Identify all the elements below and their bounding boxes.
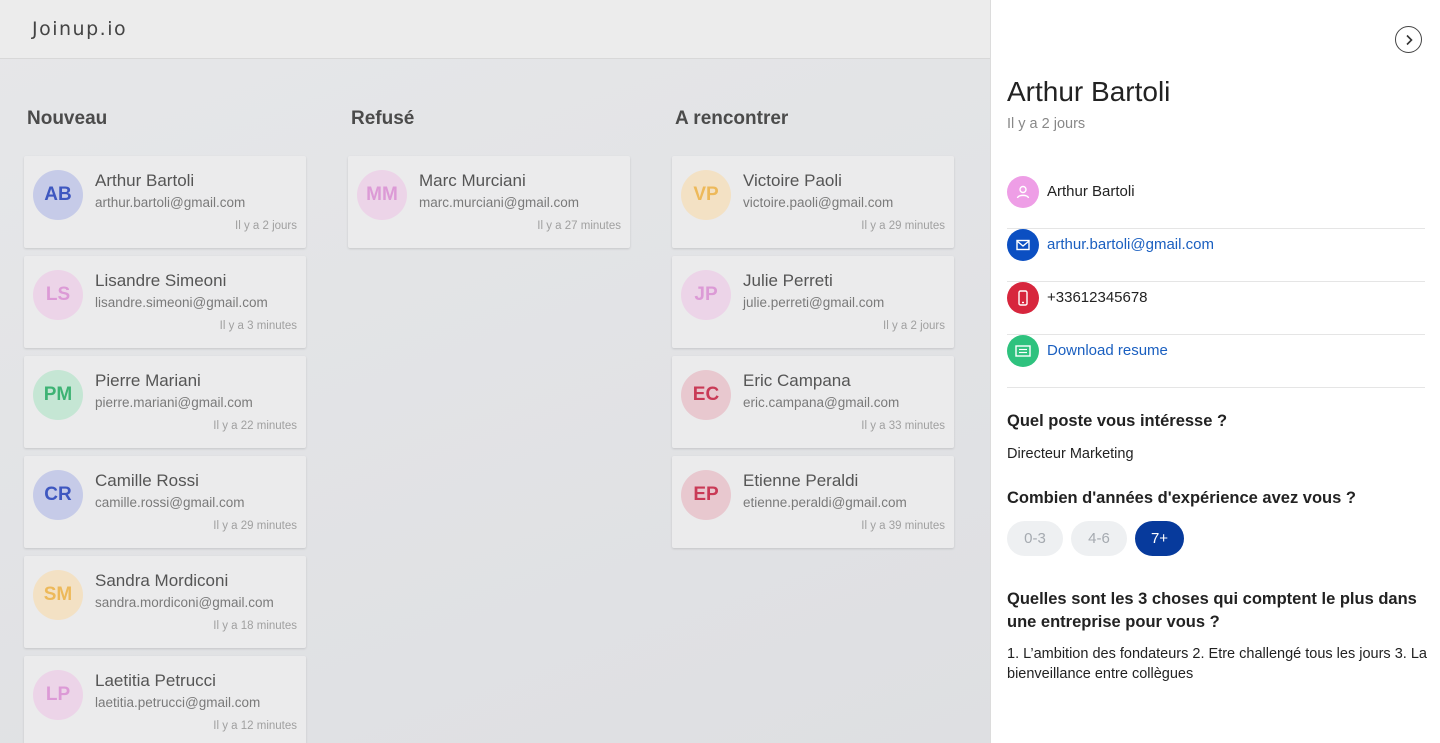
experience-option-4-6[interactable]: 4-6: [1071, 521, 1127, 556]
kanban-board: Joinup.io Nouveau AB Arthur Bartoli arthur…: [0, 0, 990, 743]
top-bar: Joinup.io: [0, 0, 990, 59]
candidate-card[interactable]: CR Camille Rossi camille.rossi@gmail.com Il…: [24, 456, 306, 548]
card-email: eric.campana@gmail.com: [743, 395, 900, 410]
avatar: EP: [681, 470, 731, 520]
avatar: MM: [357, 170, 407, 220]
candidate-time: Il y a 2 jours: [1007, 116, 1086, 132]
experience-option-0-3[interactable]: 0-3: [1007, 521, 1063, 556]
person-icon: [1007, 176, 1039, 208]
avatar: AB: [33, 170, 83, 220]
card-name: Julie Perreti: [743, 271, 833, 290]
card-email: victoire.paoli@gmail.com: [743, 195, 894, 210]
card-time: Il y a 2 jours: [235, 220, 297, 232]
card-email: camille.rossi@gmail.com: [95, 495, 245, 510]
candidate-card[interactable]: AB Arthur Bartoli arthur.bartoli@gmail.com…: [24, 156, 306, 248]
candidate-card[interactable]: MM Marc Murciani marc.murciani@gmail.com Il…: [348, 156, 630, 248]
question-title: Quel poste vous intéresse ?: [1007, 412, 1228, 430]
card-name: Pierre Mariani: [95, 371, 201, 390]
card-time: Il y a 3 minutes: [219, 320, 297, 332]
card-name: Sandra Mordiconi: [95, 571, 229, 590]
card-time: Il y a 12 minutes: [213, 720, 297, 732]
column-title: Nouveau: [27, 108, 108, 129]
question-title: Combien d'années d'expérience avez vous …: [1007, 489, 1356, 507]
card-name: Lisandre Simeoni: [95, 271, 227, 290]
contact-email-row: arthur.bartoli@gmail.com: [1007, 229, 1425, 282]
candidate-card[interactable]: JP Julie Perreti julie.perreti@gmail.com Il…: [672, 256, 954, 348]
question-answer: Directeur Marketing: [1007, 446, 1134, 462]
question-title: Quelles sont les 3 choses qui comptent l…: [1007, 590, 1417, 631]
avatar: CR: [33, 470, 83, 520]
card-time: Il y a 33 minutes: [861, 420, 945, 432]
avatar: SM: [33, 570, 83, 620]
card-email: sandra.mordiconi@gmail.com: [95, 595, 274, 610]
avatar: JP: [681, 270, 731, 320]
experience-options: 0-3 4-6 7+: [1007, 521, 1184, 556]
card-email: pierre.mariani@gmail.com: [95, 395, 253, 410]
avatar: VP: [681, 170, 731, 220]
candidate-card[interactable]: SM Sandra Mordiconi sandra.mordiconi@gmail…: [24, 556, 306, 648]
candidate-name: Arthur Bartoli: [1007, 76, 1171, 107]
card-email: etienne.peraldi@gmail.com: [743, 495, 907, 510]
card-email: lisandre.simeoni@gmail.com: [95, 295, 268, 310]
download-resume-link[interactable]: Download resume: [1047, 342, 1168, 359]
app-logo[interactable]: Joinup.io: [32, 18, 127, 40]
column-nouveau: Nouveau AB Arthur Bartoli arthur.bartoli@g…: [24, 108, 306, 743]
contact-name: Arthur Bartoli: [1047, 183, 1135, 200]
card-name: Camille Rossi: [95, 471, 199, 490]
question-answer: 1. L’ambition des fondateurs 2. Etre cha…: [1007, 646, 1427, 682]
card-name: Laetitia Petrucci: [95, 671, 216, 690]
resume-icon: [1007, 335, 1039, 367]
experience-option-7-plus[interactable]: 7+: [1135, 521, 1184, 556]
contact-name-row: Arthur Bartoli: [1007, 176, 1425, 229]
avatar: LP: [33, 670, 83, 720]
candidate-card[interactable]: PM Pierre Mariani pierre.mariani@gmail.com…: [24, 356, 306, 448]
card-name: Eric Campana: [743, 371, 851, 390]
contact-email-link[interactable]: arthur.bartoli@gmail.com: [1047, 236, 1214, 253]
card-email: laetitia.petrucci@gmail.com: [95, 695, 261, 710]
avatar: EC: [681, 370, 731, 420]
candidate-card[interactable]: VP Victoire Paoli victoire.paoli@gmail.com…: [672, 156, 954, 248]
card-email: marc.murciani@gmail.com: [419, 195, 579, 210]
column-title: A rencontrer: [675, 108, 789, 129]
column-title: Refusé: [351, 108, 415, 129]
card-time: Il y a 39 minutes: [861, 520, 945, 532]
card-name: Arthur Bartoli: [95, 171, 195, 190]
phone-icon: [1007, 282, 1039, 314]
card-email: julie.perreti@gmail.com: [743, 295, 885, 310]
card-time: Il y a 2 jours: [883, 320, 945, 332]
card-time: Il y a 22 minutes: [213, 420, 297, 432]
candidate-card[interactable]: EP Etienne Peraldi etienne.peraldi@gmail.c…: [672, 456, 954, 548]
card-time: Il y a 29 minutes: [213, 520, 297, 532]
contact-phone: +33612345678: [1047, 289, 1148, 306]
card-time: Il y a 27 minutes: [537, 220, 621, 232]
candidate-detail-panel: Arthur Bartoli Il y a 2 jours Arthur Bar…: [990, 0, 1440, 743]
card-name: Marc Murciani: [419, 171, 526, 190]
candidate-card[interactable]: LP Laetitia Petrucci laetitia.petrucci@gma…: [24, 656, 306, 743]
email-icon: [1007, 229, 1039, 261]
contact-phone-row: +33612345678: [1007, 282, 1425, 335]
card-name: Victoire Paoli: [743, 171, 842, 190]
card-time: Il y a 29 minutes: [861, 220, 945, 232]
column-refuse: Refusé MM Marc Murciani marc.murciani@gmai…: [348, 108, 630, 256]
card-time: Il y a 18 minutes: [213, 620, 297, 632]
candidate-card[interactable]: LS Lisandre Simeoni lisandre.simeoni@gmail…: [24, 256, 306, 348]
close-panel-button[interactable]: [1395, 26, 1422, 53]
column-a-rencontrer: A rencontrer VP Victoire Paoli victoire.pa…: [672, 108, 954, 556]
chevron-right-icon: [1405, 34, 1413, 45]
avatar: LS: [33, 270, 83, 320]
card-email: arthur.bartoli@gmail.com: [95, 195, 246, 210]
avatar: PM: [33, 370, 83, 420]
card-name: Etienne Peraldi: [743, 471, 859, 490]
resume-row: Download resume: [1007, 335, 1425, 388]
candidate-card[interactable]: EC Eric Campana eric.campana@gmail.com Il y…: [672, 356, 954, 448]
